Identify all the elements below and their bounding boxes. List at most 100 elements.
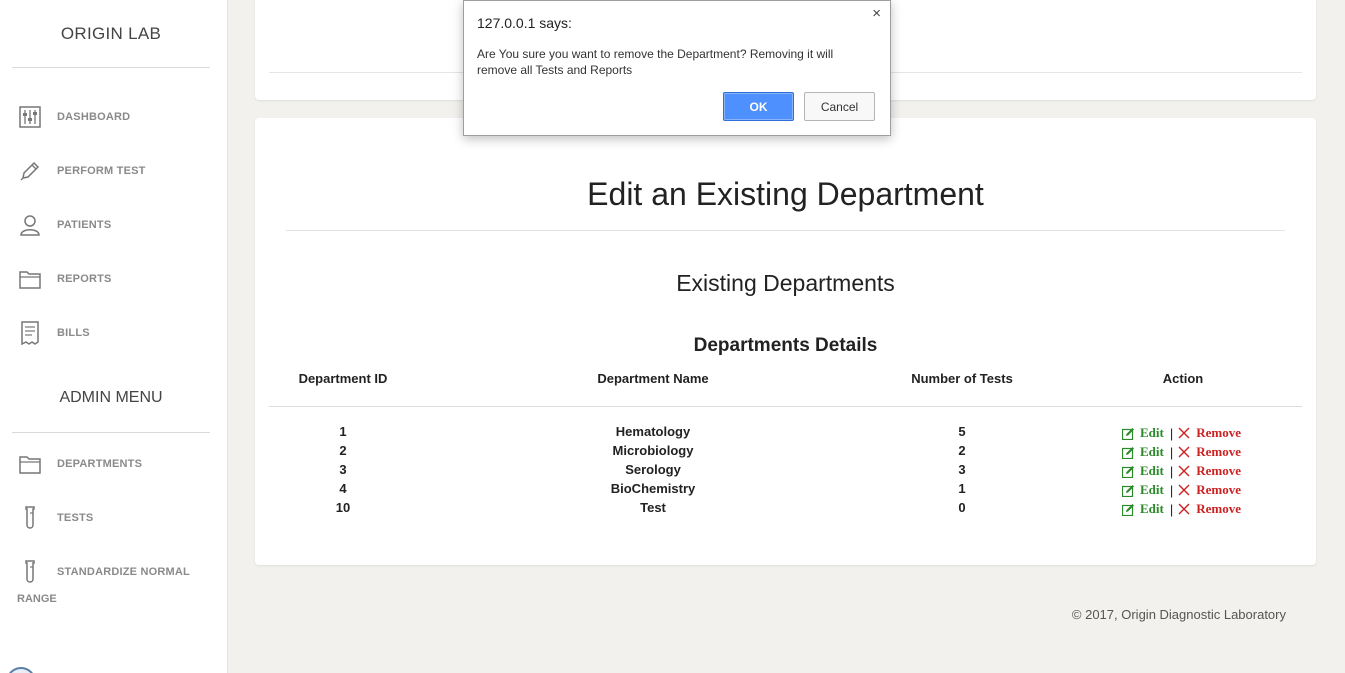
sidebar-item-perform-test[interactable]: PERFORM TEST bbox=[18, 157, 146, 185]
ok-button[interactable]: OK bbox=[723, 92, 794, 121]
test-tube-icon bbox=[18, 506, 42, 530]
column-header-department-name: Department Name bbox=[597, 371, 709, 386]
remove-link[interactable]: Remove bbox=[1178, 482, 1241, 498]
action-separator: | bbox=[1169, 444, 1174, 460]
sidebar-item-label: TESTS bbox=[57, 512, 94, 524]
sidebar-item-tests[interactable]: TESTS bbox=[18, 504, 93, 532]
remove-link[interactable]: Remove bbox=[1178, 425, 1241, 441]
sidebar-item-label: BILLS bbox=[57, 327, 90, 339]
department-id-cell: 3 bbox=[339, 462, 347, 477]
edit-link[interactable]: Edit bbox=[1122, 482, 1164, 498]
edit-label: Edit bbox=[1140, 444, 1164, 459]
number-of-tests-cell: 0 bbox=[958, 500, 966, 515]
test-tube-icon bbox=[18, 560, 42, 584]
receipt-icon bbox=[18, 321, 42, 345]
dialog-title: 127.0.0.1 says: bbox=[477, 15, 572, 31]
sidebar-item-label: PATIENTS bbox=[57, 219, 112, 231]
department-id-cell: 1 bbox=[339, 424, 347, 439]
edit-icon bbox=[1122, 446, 1134, 459]
remove-label: Remove bbox=[1196, 425, 1241, 440]
sidebar-item-reports[interactable]: REPORTS bbox=[18, 265, 112, 293]
main-card: Edit an Existing Department Existing Dep… bbox=[255, 118, 1316, 565]
edit-link[interactable]: Edit bbox=[1122, 425, 1164, 441]
edit-icon bbox=[1122, 465, 1134, 478]
app-logo: ORIGIN LAB bbox=[60, 24, 162, 43]
action-cell: Edit | Remove bbox=[1122, 444, 1241, 460]
section-title: Existing Departments bbox=[676, 270, 895, 296]
table-header-divider bbox=[269, 406, 1302, 407]
edit-icon bbox=[1122, 503, 1134, 516]
remove-label: Remove bbox=[1196, 444, 1241, 459]
remove-icon bbox=[1178, 465, 1190, 477]
footer-copyright: © 2017, Origin Diagnostic Laboratory bbox=[1071, 607, 1286, 622]
department-name-cell: Serology bbox=[625, 462, 681, 477]
table-row: 1 Hematology 5 Edit | Remove bbox=[255, 424, 1316, 443]
action-cell: Edit | Remove bbox=[1122, 482, 1241, 498]
remove-icon bbox=[1178, 484, 1190, 496]
user-icon bbox=[18, 213, 42, 237]
edit-link[interactable]: Edit bbox=[1122, 444, 1164, 460]
title-divider bbox=[286, 230, 1285, 231]
edit-label: Edit bbox=[1140, 501, 1164, 516]
remove-link[interactable]: Remove bbox=[1178, 444, 1241, 460]
edit-label: Edit bbox=[1140, 463, 1164, 478]
sidebar-item-standardize-normal-range[interactable]: STANDARDIZE NORMAL bbox=[18, 558, 190, 586]
edit-icon bbox=[1122, 484, 1134, 497]
folder-icon bbox=[18, 267, 42, 291]
remove-label: Remove bbox=[1196, 501, 1241, 516]
table-caption: Departments Details bbox=[693, 335, 878, 356]
sidebar-item-label: REPORTS bbox=[57, 273, 112, 285]
action-separator: | bbox=[1169, 425, 1174, 441]
close-icon[interactable]: × bbox=[872, 5, 881, 22]
remove-link[interactable]: Remove bbox=[1178, 463, 1241, 479]
sidebar-item-label-continuation[interactable]: RANGE bbox=[17, 593, 57, 605]
column-header-action: Action bbox=[1162, 371, 1204, 386]
action-separator: | bbox=[1169, 501, 1174, 517]
action-separator: | bbox=[1169, 482, 1174, 498]
cancel-button[interactable]: Cancel bbox=[804, 92, 875, 121]
edit-label: Edit bbox=[1140, 482, 1164, 497]
action-cell: Edit | Remove bbox=[1122, 463, 1241, 479]
remove-link[interactable]: Remove bbox=[1178, 501, 1241, 517]
confirm-dialog: 127.0.0.1 says: × Are You sure you want … bbox=[463, 0, 891, 136]
sidebar-item-dashboard[interactable]: DASHBOARD bbox=[18, 103, 130, 131]
admin-menu-title: ADMIN MENU bbox=[59, 389, 163, 406]
department-name-cell: Hematology bbox=[615, 424, 691, 439]
table-row: 10 Test 0 Edit | Remove bbox=[255, 500, 1316, 519]
sidebar-item-label: DASHBOARD bbox=[57, 111, 131, 123]
sidebar-item-label: DEPARTMENTS bbox=[57, 458, 143, 470]
table-row: 3 Serology 3 Edit | Remove bbox=[255, 462, 1316, 481]
sidebar-divider bbox=[12, 432, 210, 433]
number-of-tests-cell: 2 bbox=[958, 443, 966, 458]
action-cell: Edit | Remove bbox=[1122, 425, 1241, 441]
pen-icon bbox=[18, 159, 42, 183]
sidebar-item-departments[interactable]: DEPARTMENTS bbox=[18, 450, 142, 478]
edit-link[interactable]: Edit bbox=[1122, 501, 1164, 517]
remove-icon bbox=[1178, 427, 1190, 439]
remove-label: Remove bbox=[1196, 463, 1241, 478]
sidebar-item-patients[interactable]: PATIENTS bbox=[18, 211, 111, 239]
sidebar: ORIGIN LAB DASHBOARD PERFORM TEST PATIEN… bbox=[0, 0, 228, 673]
sidebar-item-bills[interactable]: BILLS bbox=[18, 319, 90, 347]
remove-label: Remove bbox=[1196, 482, 1241, 497]
folder-icon bbox=[18, 452, 42, 476]
column-header-number-of-tests: Number of Tests bbox=[911, 371, 1013, 386]
department-name-cell: Microbiology bbox=[612, 443, 694, 458]
department-name-cell: Test bbox=[640, 500, 666, 515]
table-row: 4 BioChemistry 1 Edit | Remove bbox=[255, 481, 1316, 500]
department-id-cell: 4 bbox=[339, 481, 347, 496]
edit-icon bbox=[1122, 427, 1134, 440]
column-header-department-id: Department ID bbox=[298, 371, 388, 386]
sidebar-divider bbox=[12, 67, 210, 68]
table-row: 2 Microbiology 2 Edit | Remove bbox=[255, 443, 1316, 462]
department-name-cell: BioChemistry bbox=[610, 481, 696, 496]
sliders-icon bbox=[18, 105, 42, 129]
edit-label: Edit bbox=[1140, 425, 1164, 440]
edit-link[interactable]: Edit bbox=[1122, 463, 1164, 479]
remove-icon bbox=[1178, 503, 1190, 515]
avatar[interactable] bbox=[6, 667, 36, 673]
action-separator: | bbox=[1169, 463, 1174, 479]
dialog-message: Are You sure you want to remove the Depa… bbox=[477, 47, 834, 77]
page-title: Edit an Existing Department bbox=[587, 176, 984, 212]
action-cell: Edit | Remove bbox=[1122, 501, 1241, 517]
